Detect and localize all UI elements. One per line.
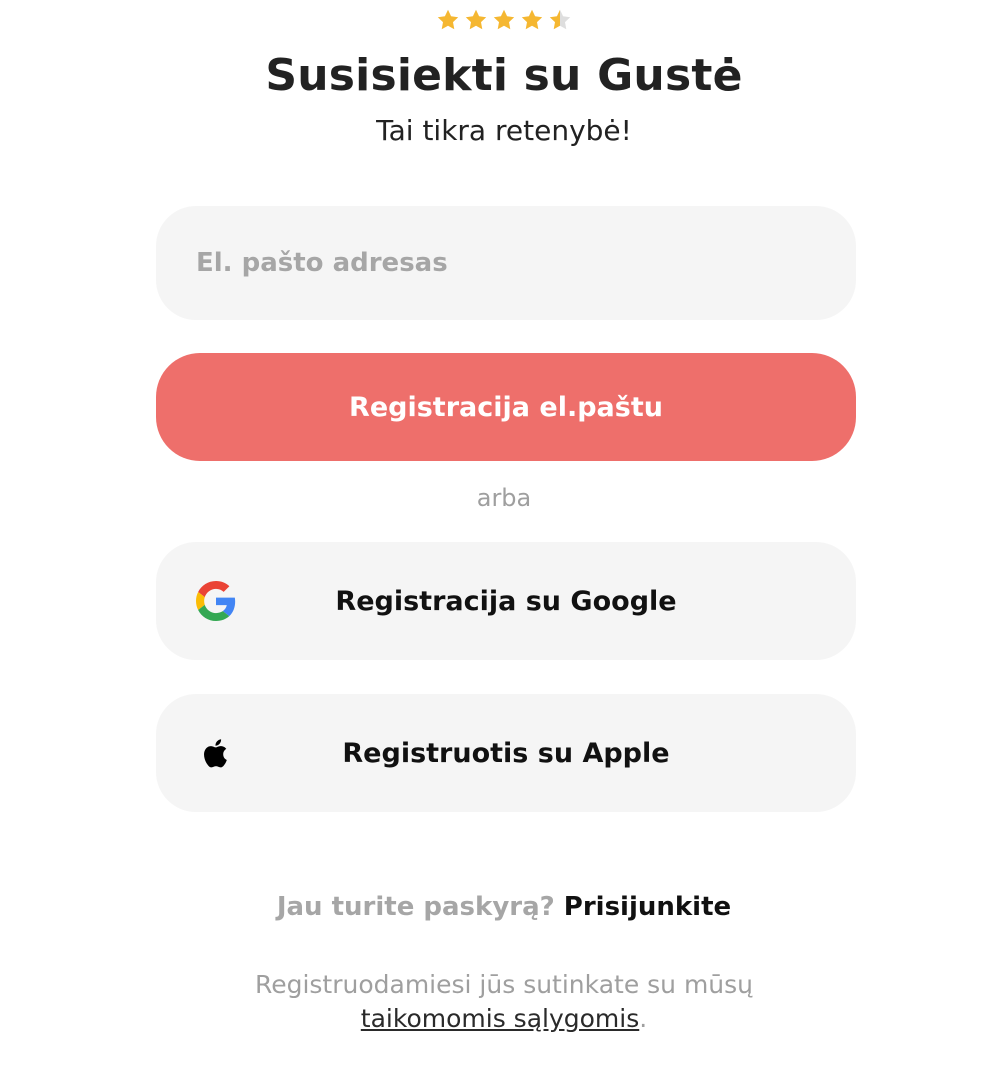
half-star-icon [549,9,571,30]
terms-link[interactable]: taikomomis sąlygomis [361,1004,639,1033]
google-signup-label: Registracija su Google [335,585,677,617]
login-link[interactable]: Prisijunkite [564,892,731,922]
login-question: Jau turite paskyrą? [276,892,555,922]
page-title: Susisiekti su Gustė [265,50,743,101]
register-email-button[interactable]: Registracija el.paštu [156,353,856,461]
star-icon [437,9,459,30]
or-separator: arba [476,484,532,512]
star-icon [465,9,487,30]
email-input[interactable] [156,206,856,320]
star-icon [493,9,515,30]
google-icon [196,581,236,621]
terms-notice: Registruodamiesi jūs sutinkate su mūsų t… [0,968,1008,1036]
apple-signup-label: Registruotis su Apple [342,737,670,769]
register-email-label: Registracija el.paštu [349,391,663,423]
apple-signup-button[interactable]: Registruotis su Apple [156,694,856,812]
star-icon [521,9,543,30]
rating-stars [0,8,1008,32]
login-prompt: Jau turite paskyrą? Prisijunkite [0,892,1008,922]
page-subtitle: Tai tikra retenybė! [376,114,632,147]
apple-icon [204,739,227,768]
terms-text: Registruodamiesi jūs sutinkate su mūsų [254,970,754,999]
terms-end: . [639,1004,648,1033]
google-signup-button[interactable]: Registracija su Google [156,542,856,660]
